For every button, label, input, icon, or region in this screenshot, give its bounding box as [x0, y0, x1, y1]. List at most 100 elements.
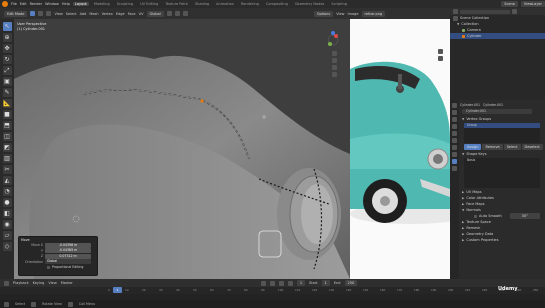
menu-add[interactable]: Add — [80, 12, 87, 16]
proportional-edit-icon[interactable] — [182, 11, 188, 16]
transform-orientation-dropdown[interactable]: Global — [146, 10, 164, 17]
last-operator-panel[interactable]: Move Move X -0.04398 m Y -0.04389 m Z 0.… — [18, 236, 98, 276]
shape-keys-list[interactable]: Basis — [464, 158, 540, 188]
shrink-fatten-tool-icon[interactable]: ◉ — [2, 220, 12, 229]
end-frame-field[interactable]: 250 — [344, 280, 358, 286]
menu-view[interactable]: View — [54, 12, 62, 16]
tab-geometry-nodes[interactable]: Geometry Nodes — [293, 2, 327, 6]
menu-face[interactable]: Face — [128, 12, 136, 16]
modifier-props-icon[interactable] — [452, 145, 457, 150]
ref-view-menu[interactable]: View — [336, 12, 344, 16]
scene-selector[interactable]: Scene — [501, 1, 518, 7]
menu-uv[interactable]: UV — [139, 12, 144, 16]
auto-smooth-checkbox[interactable] — [474, 214, 477, 218]
tab-compositing[interactable]: Compositing — [264, 2, 290, 6]
add-cube-tool-icon[interactable]: ■ — [2, 110, 12, 119]
perspective-toggle-icon[interactable] — [332, 72, 337, 77]
shape-key-basis[interactable]: Basis — [464, 158, 540, 163]
remove-button[interactable]: Remove — [482, 144, 503, 150]
current-frame-field[interactable]: 1 — [296, 280, 306, 286]
menu-mesh[interactable]: Mesh — [89, 12, 98, 16]
timeline-ruler[interactable]: 0 10 20 30 40 50 60 70 80 90 100 110 120 130 140 150 160… — [0, 287, 545, 294]
outliner[interactable]: Scene Collection ▼ Collection Camera Cyl… — [450, 8, 545, 100]
filter-icon[interactable] — [512, 9, 517, 14]
editor-type-icon[interactable] — [4, 280, 9, 286]
rip-tool-icon[interactable]: ◇ — [2, 242, 12, 251]
deselect-button[interactable]: Deselect — [521, 144, 543, 150]
jump-start-icon[interactable] — [260, 280, 266, 286]
material-props-icon[interactable] — [452, 166, 457, 171]
pivot-icon[interactable] — [166, 11, 172, 16]
properties-editor[interactable]: Cylinder.001 Cylinder.001 Cylinder.001 ▼… — [450, 100, 545, 308]
menu-render[interactable]: Render — [30, 2, 42, 6]
ref-pan-icon[interactable] — [438, 56, 443, 61]
vertex-group-item[interactable]: Group — [464, 123, 540, 128]
extrude-tool-icon[interactable]: ⬒ — [2, 121, 12, 130]
menu-file[interactable]: File — [11, 2, 17, 6]
blender-logo-icon[interactable] — [2, 1, 8, 7]
auto-smooth-angle-field[interactable]: 30° — [509, 213, 540, 219]
bevel-tool-icon[interactable]: ◩ — [2, 143, 12, 152]
world-props-icon[interactable] — [452, 131, 457, 136]
snap-icon[interactable] — [174, 11, 180, 16]
tab-layout[interactable]: Layout — [72, 2, 89, 6]
proportional-checkbox[interactable] — [47, 265, 50, 269]
tab-modeling[interactable]: Modeling — [92, 2, 112, 6]
menu-select[interactable]: Select — [66, 12, 77, 16]
section-custom-properties[interactable]: ▶ Custom Properties — [460, 237, 544, 243]
tab-uv-editing[interactable]: UV Editing — [138, 2, 160, 6]
tab-animation[interactable]: Animation — [214, 2, 236, 6]
move-x-field[interactable]: -0.04398 m — [45, 242, 91, 248]
output-props-icon[interactable] — [452, 117, 457, 122]
object-props-icon[interactable] — [452, 138, 457, 143]
mesh-data-props-icon[interactable] — [452, 159, 457, 164]
section-shape-keys[interactable]: ▼ Shape Keys — [460, 151, 544, 157]
play-icon[interactable] — [278, 280, 284, 286]
outliner-item-cylinder[interactable]: Cylinder — [450, 33, 545, 39]
poly-build-tool-icon[interactable]: ◭ — [2, 176, 12, 185]
outliner-display-mode-icon[interactable] — [453, 9, 458, 14]
select-button[interactable]: Select — [503, 144, 521, 150]
move-tool-icon[interactable]: ✥ — [2, 44, 12, 53]
reference-image-editor[interactable] — [350, 19, 450, 279]
view-layer-selector[interactable]: ViewLayer — [520, 1, 545, 7]
menu-vertex[interactable]: Vertex — [102, 12, 113, 16]
menu-edge[interactable]: Edge — [116, 12, 125, 16]
physics-props-icon[interactable] — [452, 152, 457, 157]
section-vertex-groups[interactable]: ▼ Vertex Groups — [460, 116, 544, 122]
play-reverse-icon[interactable] — [269, 280, 275, 286]
timeline-view-menu[interactable]: View — [48, 281, 56, 285]
marker-menu[interactable]: Marker — [61, 281, 73, 285]
scene-props-icon[interactable] — [452, 124, 457, 129]
face-select-icon[interactable] — [46, 11, 52, 16]
shear-tool-icon[interactable]: ▱ — [2, 231, 12, 240]
move-z-field[interactable]: 0.07312 m — [45, 253, 91, 259]
reference-image-selector[interactable]: refcar.png — [361, 10, 386, 17]
spin-tool-icon[interactable]: ◔ — [2, 187, 12, 196]
smooth-tool-icon[interactable]: ● — [2, 198, 12, 207]
inset-tool-icon[interactable]: ◫ — [2, 132, 12, 141]
transform-tool-icon[interactable]: ▣ — [2, 77, 12, 86]
playhead[interactable]: 1 — [113, 287, 122, 293]
options-dropdown[interactable]: Options — [313, 10, 334, 17]
move-y-field[interactable]: -0.04389 m — [45, 248, 91, 254]
orientation-dropdown[interactable]: Global — [45, 259, 91, 265]
edge-select-icon[interactable] — [38, 11, 44, 16]
render-props-icon[interactable] — [452, 110, 457, 115]
start-frame-field[interactable]: 1 — [321, 280, 330, 286]
rotate-tool-icon[interactable]: ↻ — [2, 55, 12, 64]
edge-slide-tool-icon[interactable]: ◧ — [2, 209, 12, 218]
mesh-data-name-field[interactable]: Cylinder.001 — [462, 109, 532, 114]
assign-button[interactable]: Assign — [464, 144, 482, 150]
ref-image-menu[interactable]: Image — [348, 12, 359, 16]
tool-props-icon[interactable] — [452, 103, 457, 108]
loop-cut-tool-icon[interactable]: ▥ — [2, 154, 12, 163]
tab-shading[interactable]: Shading — [193, 2, 211, 6]
tab-scripting[interactable]: Scripting — [329, 2, 349, 6]
knife-tool-icon[interactable]: ✂ — [2, 165, 12, 174]
select-tool-icon[interactable]: ↖ — [2, 22, 12, 31]
menu-edit[interactable]: Edit — [20, 2, 27, 6]
mode-dropdown[interactable]: Edit Mode — [4, 10, 28, 17]
playback-menu[interactable]: Playback — [13, 281, 29, 285]
cursor-tool-icon[interactable]: ⊕ — [2, 33, 12, 42]
